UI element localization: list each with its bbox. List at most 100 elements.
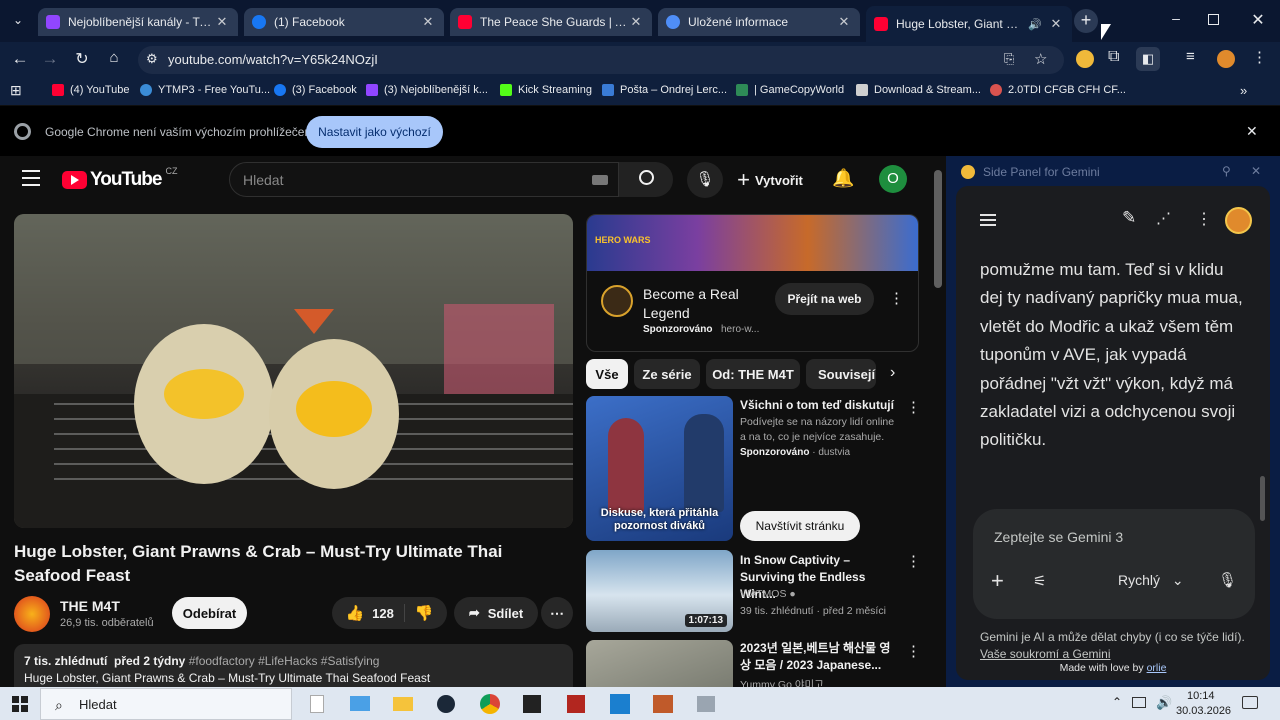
menu-kebab-icon[interactable]: ⋮ xyxy=(1252,48,1267,66)
install-app-icon[interactable]: ⎘ xyxy=(1004,51,1014,67)
youtube-logo[interactable]: YouTube CZ xyxy=(62,166,177,191)
bookmark-item[interactable]: 2.0TDI CFGB CFH CF... xyxy=(990,84,1126,96)
page-scrollbar[interactable] xyxy=(934,170,942,288)
speaker-icon[interactable]: 🔊 xyxy=(1028,18,1042,31)
create-button[interactable]: + Vytvořit xyxy=(730,162,810,198)
app-c-icon[interactable] xyxy=(610,694,630,714)
recommendation-thumbnail[interactable] xyxy=(586,640,733,687)
ad-visit-button[interactable]: Přejít na web xyxy=(775,283,874,315)
app-b-icon[interactable] xyxy=(567,695,585,713)
keyboard-icon[interactable] xyxy=(592,175,608,185)
recommendation-thumbnail[interactable]: 1:07:13 xyxy=(586,550,733,632)
visit-page-button[interactable]: Navštívit stránku xyxy=(740,511,860,541)
window-close-icon[interactable]: ✕ xyxy=(1248,10,1268,30)
taskbar-search[interactable]: ⌕ Hledat xyxy=(40,688,292,720)
bookmark-item[interactable]: YTMP3 - Free YouTu... xyxy=(140,84,270,96)
more-actions-button[interactable]: ⋯ xyxy=(541,597,573,629)
search-button[interactable] xyxy=(619,162,673,197)
ad-banner[interactable]: HERO WARS xyxy=(587,215,918,271)
ad-more-icon[interactable]: ⋮ xyxy=(889,289,904,307)
search-box[interactable]: Hledat xyxy=(229,162,619,197)
ad-card[interactable]: HERO WARS Become a Real Legend Sponzorov… xyxy=(586,214,919,352)
close-icon[interactable]: ✕ xyxy=(420,14,436,30)
tools-icon[interactable]: ⚟ xyxy=(1033,572,1046,590)
bookmark-item[interactable]: Kick Streaming xyxy=(500,84,592,96)
model-selector[interactable]: Rychlý ⌄ xyxy=(1118,572,1184,589)
infobar-close-icon[interactable]: ✕ xyxy=(1246,123,1258,140)
chip-from-channel[interactable]: Od: THE M4T xyxy=(706,359,800,389)
volume-icon[interactable]: 🔊 xyxy=(1156,695,1172,711)
notifications-icon[interactable] xyxy=(1242,696,1258,709)
add-attachment-icon[interactable]: + xyxy=(991,568,1004,594)
chips-next-chevron-icon[interactable]: › xyxy=(890,364,895,382)
apps-grid-icon[interactable]: ⊞ xyxy=(10,82,22,99)
more-bookmarks-icon[interactable]: » xyxy=(1240,83,1247,98)
forward-icon[interactable]: → xyxy=(40,49,60,69)
rec-more-icon[interactable]: ⋮ xyxy=(906,398,921,416)
close-icon[interactable]: ✕ xyxy=(214,14,230,30)
close-icon[interactable]: ✕ xyxy=(628,14,644,30)
file-icon[interactable] xyxy=(310,695,324,713)
dislike-button[interactable]: 👎 xyxy=(415,604,434,622)
panel-close-icon[interactable]: ✕ xyxy=(1251,164,1261,178)
hashtags[interactable]: #foodfactory #LifeHacks #Satisfying xyxy=(189,654,380,668)
bookmark-star-icon[interactable]: ☆ xyxy=(1034,50,1047,68)
channel-name[interactable]: THE M4T xyxy=(60,598,120,614)
author-link[interactable]: orlie xyxy=(1147,662,1167,674)
clock-date[interactable]: 30.03.2026 xyxy=(1176,705,1231,717)
close-icon[interactable]: ✕ xyxy=(836,14,852,30)
bookmark-item[interactable]: Download & Stream... xyxy=(856,84,981,96)
rec-more-icon[interactable]: ⋮ xyxy=(906,552,921,570)
notifications-bell-icon[interactable]: 🔔 xyxy=(832,168,854,189)
chip-related[interactable]: Souvisejí xyxy=(806,359,876,389)
minimize-icon[interactable]: – xyxy=(1166,10,1186,30)
rec-more-icon[interactable]: ⋮ xyxy=(906,642,921,660)
home-icon[interactable]: ⌂ xyxy=(104,49,124,69)
chip-series[interactable]: Ze série xyxy=(634,359,700,389)
microphone-icon[interactable]: 🎙 xyxy=(1218,571,1237,589)
user-avatar[interactable]: O xyxy=(879,165,907,193)
share-button[interactable]: ➦ Sdílet xyxy=(454,597,538,629)
media-control-icon[interactable]: ≡ xyxy=(1186,48,1195,65)
app-a-icon[interactable] xyxy=(523,695,541,713)
omnibox[interactable]: ⚙ youtube.com/watch?v=Y65k24NOzjI ⎘ ☆ xyxy=(138,46,1064,74)
gemini-menu-icon[interactable] xyxy=(980,214,996,226)
search-input[interactable]: Hledat xyxy=(243,172,283,188)
steam-icon[interactable] xyxy=(437,695,455,713)
bookmark-item[interactable]: | GameCopyWorld xyxy=(736,84,844,96)
bookmark-item[interactable]: (3) Facebook xyxy=(274,84,357,96)
prompt-box[interactable]: Zeptejte se Gemini 3 + ⚟ Rychlý ⌄ 🎙 xyxy=(973,509,1255,619)
tab-saved-info[interactable]: Uložené informace ✕ xyxy=(658,8,860,36)
side-panel-icon[interactable]: ◧ xyxy=(1136,47,1160,71)
pin-icon[interactable]: ⚲ xyxy=(1222,164,1231,178)
clock-time[interactable]: 10:14 xyxy=(1187,690,1215,702)
recommendation-thumbnail[interactable]: Diskuse, která přitáhla pozornost diváků xyxy=(586,396,733,541)
tab-peace[interactable]: The Peace She Guards | Ambien ✕ xyxy=(450,8,652,36)
close-icon[interactable]: ✕ xyxy=(1048,16,1064,32)
hamburger-menu-icon[interactable] xyxy=(22,170,40,186)
chat-scrollbar[interactable] xyxy=(1260,476,1265,521)
gemini-user-avatar[interactable] xyxy=(1225,207,1252,234)
reload-icon[interactable]: ↻ xyxy=(72,49,92,69)
set-default-button[interactable]: Nastavit jako výchozí xyxy=(306,116,443,148)
profile-avatar[interactable] xyxy=(1217,50,1235,68)
audio-app-icon[interactable] xyxy=(653,695,673,713)
restore-icon[interactable] xyxy=(1208,14,1219,25)
prompt-input[interactable]: Zeptejte se Gemini 3 xyxy=(994,529,1123,545)
channel-avatar[interactable] xyxy=(14,596,50,632)
tab-search-chevron-icon[interactable]: ⌄ xyxy=(8,10,28,30)
bookmark-item[interactable]: (4) YouTube xyxy=(52,84,130,96)
tray-chevron-icon[interactable]: ⌃ xyxy=(1112,695,1122,709)
extension-emoji-icon[interactable] xyxy=(1076,50,1094,68)
like-button[interactable]: 👍 128 xyxy=(345,604,405,622)
share-icon[interactable]: ⋰ xyxy=(1156,209,1171,227)
new-tab-button[interactable]: + xyxy=(1074,9,1098,33)
description-box[interactable]: 7 tis. zhlédnutí před 2 týdny #foodfacto… xyxy=(14,644,573,687)
voice-search-button[interactable]: 🎙 xyxy=(687,162,723,198)
bookmark-item[interactable]: (3) Nejoblíbenější k... xyxy=(366,84,488,96)
folder-icon[interactable] xyxy=(393,697,413,711)
ad-title[interactable]: Become a Real Legend xyxy=(643,285,753,323)
address-url[interactable]: youtube.com/watch?v=Y65k24NOzjI xyxy=(168,52,378,67)
bookmark-item[interactable]: Pošta – Ondrej Lerc... xyxy=(602,84,727,96)
extensions-puzzle-icon[interactable]: ⧉ xyxy=(1108,48,1119,66)
